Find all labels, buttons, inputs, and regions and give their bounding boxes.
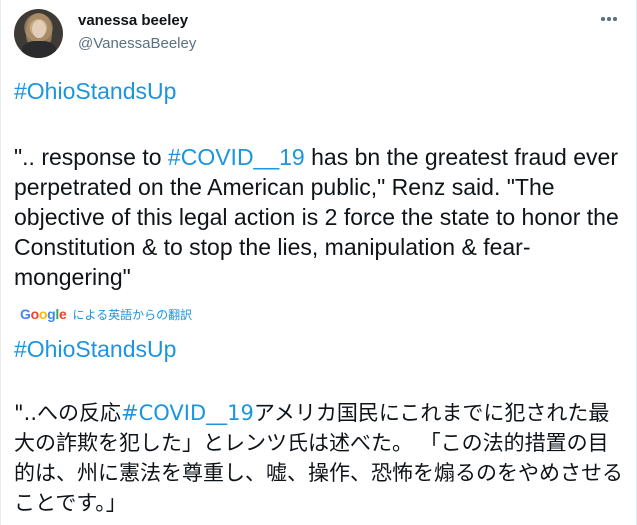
translated-body: "..への反応#COVID__19アメリカ国民にこれまでに犯された最大の詐欺を犯…	[14, 398, 629, 518]
tweet-text-part: ".. response to	[14, 144, 168, 170]
translated-hashtag-ohio: #OhioStandsUp	[14, 334, 629, 364]
hashtag-link[interactable]: #COVID__19	[168, 144, 305, 170]
hashtag-link[interactable]: #OhioStandsUp	[14, 78, 176, 104]
google-logo-icon: Google	[20, 306, 67, 322]
more-options-icon[interactable]	[597, 12, 621, 26]
translated-text-part: "..への反応	[14, 401, 122, 425]
avatar-face	[32, 20, 46, 38]
tweet-hashtag-ohio: #OhioStandsUp	[14, 76, 629, 106]
avatar[interactable]	[14, 9, 63, 58]
tweet-card: vanessa beeley @VanessaBeeley #OhioStand…	[0, 0, 637, 525]
translation-attribution[interactable]: Google による英語からの翻訳	[20, 304, 192, 324]
author-display-name[interactable]: vanessa beeley	[78, 12, 188, 29]
avatar-coat	[22, 41, 56, 58]
hashtag-link[interactable]: #OhioStandsUp	[14, 336, 176, 362]
hashtag-link[interactable]: #COVID__19	[121, 401, 254, 425]
tweet-body: ".. response to #COVID__19 has bn the gr…	[14, 142, 629, 292]
translation-label: による英語からの翻訳	[72, 307, 193, 322]
author-handle[interactable]: @VanessaBeeley	[78, 35, 196, 52]
